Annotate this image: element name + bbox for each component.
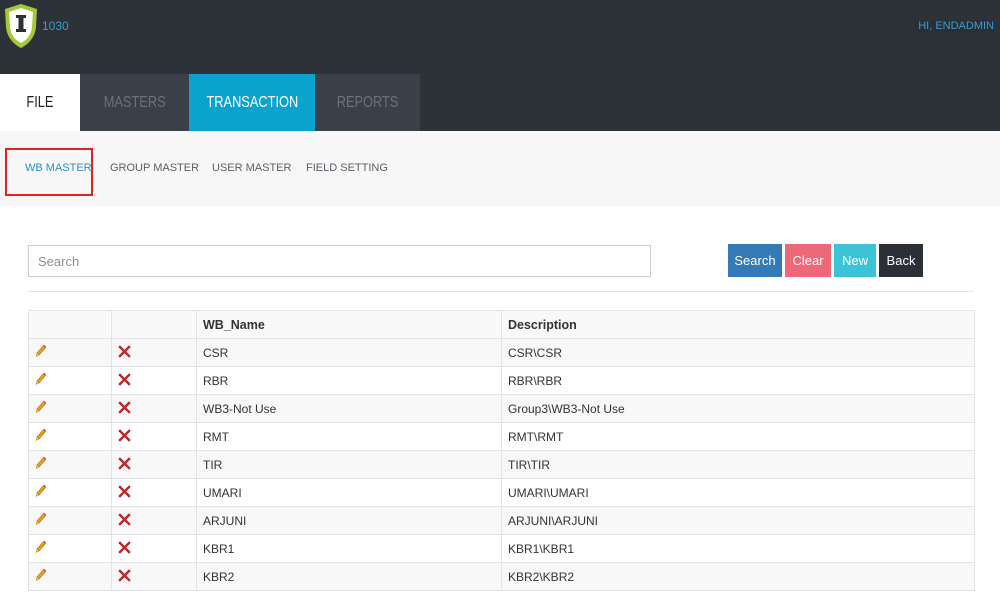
delete-cell — [111, 338, 197, 367]
pencil-icon[interactable] — [35, 540, 47, 557]
pencil-icon[interactable] — [35, 512, 47, 529]
table-row: ARJUNI ARJUNI\ARJUNI — [28, 506, 975, 535]
search-input[interactable] — [28, 245, 651, 277]
tab-transaction-label: TRANSACTION — [206, 93, 298, 111]
sub-navigation: WB MASTER GROUP MASTER USER MASTER FIELD… — [0, 131, 1000, 206]
pencil-icon[interactable] — [35, 456, 47, 473]
delete-x-icon[interactable] — [118, 344, 131, 361]
pencil-icon[interactable] — [35, 568, 47, 585]
table-row: WB3-Not Use Group3\WB3-Not Use — [28, 394, 975, 423]
table-row: UMARI UMARI\UMARI — [28, 478, 975, 507]
new-button[interactable]: New — [834, 244, 876, 277]
description-cell: RBR\RBR — [501, 366, 975, 395]
description-cell: RMT\RMT — [501, 422, 975, 451]
pencil-icon[interactable] — [35, 484, 47, 501]
pencil-icon[interactable] — [35, 344, 47, 361]
pencil-icon[interactable] — [35, 372, 47, 389]
description-cell: KBR2\KBR2 — [501, 562, 975, 591]
edit-cell — [28, 506, 112, 535]
edit-cell — [28, 534, 112, 563]
wb-name-cell: ARJUNI — [196, 506, 502, 535]
delete-cell — [111, 534, 197, 563]
edit-cell — [28, 366, 112, 395]
tab-file-label: FILE — [26, 93, 54, 111]
table-row: CSR CSR\CSR — [28, 338, 975, 367]
tab-transaction[interactable]: TRANSACTION — [189, 74, 315, 131]
divider — [28, 291, 974, 292]
pencil-icon[interactable] — [35, 400, 47, 417]
column-header-description[interactable]: Description — [501, 310, 975, 339]
delete-cell — [111, 366, 197, 395]
subnav-group-master[interactable]: GROUP MASTER — [110, 162, 199, 174]
delete-cell — [111, 478, 197, 507]
tab-reports[interactable]: REPORTS — [315, 74, 420, 131]
selection-highlight — [5, 148, 93, 196]
shield-logo-icon[interactable] — [3, 3, 39, 49]
wb-name-cell: KBR1 — [196, 534, 502, 563]
edit-cell — [28, 562, 112, 591]
user-greeting[interactable]: HI, ENDADMIN — [914, 20, 994, 32]
table-row: RMT RMT\RMT — [28, 422, 975, 451]
column-header-delete — [111, 310, 197, 339]
description-cell: CSR\CSR — [501, 338, 975, 367]
delete-x-icon[interactable] — [118, 428, 131, 445]
delete-x-icon[interactable] — [118, 512, 131, 529]
column-header-edit — [28, 310, 112, 339]
wb-name-cell: RBR — [196, 366, 502, 395]
search-button[interactable]: Search — [728, 244, 782, 277]
wb-name-cell: KBR2 — [196, 562, 502, 591]
description-cell: TIR\TIR — [501, 450, 975, 479]
table-row: RBR RBR\RBR — [28, 366, 975, 395]
wb-name-cell: UMARI — [196, 478, 502, 507]
edit-cell — [28, 394, 112, 423]
column-header-wb-name[interactable]: WB_Name — [196, 310, 502, 339]
table-body: CSR CSR\CSR RBR RBR\RBR WB3-Not Use Group3\WB… — [28, 338, 975, 591]
wb-name-cell: WB3-Not Use — [196, 394, 502, 423]
delete-cell — [111, 422, 197, 451]
back-button[interactable]: Back — [879, 244, 923, 277]
tab-file[interactable]: FILE — [0, 74, 80, 131]
delete-cell — [111, 506, 197, 535]
edit-cell — [28, 338, 112, 367]
pencil-icon[interactable] — [35, 428, 47, 445]
delete-cell — [111, 562, 197, 591]
tab-masters-label: MASTERS — [103, 93, 166, 111]
clear-button[interactable]: Clear — [785, 244, 831, 277]
delete-x-icon[interactable] — [118, 372, 131, 389]
delete-x-icon[interactable] — [118, 484, 131, 501]
main-tabs: FILE MASTERS TRANSACTION REPORTS — [0, 74, 420, 131]
table-row: KBR1 KBR1\KBR1 — [28, 534, 975, 563]
subnav-user-master[interactable]: USER MASTER — [212, 162, 291, 174]
delete-x-icon[interactable] — [118, 400, 131, 417]
edit-cell — [28, 422, 112, 451]
delete-cell — [111, 450, 197, 479]
delete-x-icon[interactable] — [118, 568, 131, 585]
wb-name-cell: RMT — [196, 422, 502, 451]
edit-cell — [28, 450, 112, 479]
delete-cell — [111, 394, 197, 423]
delete-x-icon[interactable] — [118, 540, 131, 557]
tab-masters[interactable]: MASTERS — [80, 74, 189, 131]
wb-name-cell: TIR — [196, 450, 502, 479]
wb-name-cell: CSR — [196, 338, 502, 367]
app-code: 1030 — [42, 19, 69, 33]
table-header-row: WB_Name Description — [28, 310, 975, 339]
wb-master-table: WB_Name Description CSR CSR\CSR RBR RBR\RBR… — [28, 310, 975, 591]
tab-reports-label: REPORTS — [336, 93, 399, 111]
table-row: TIR TIR\TIR — [28, 450, 975, 479]
delete-x-icon[interactable] — [118, 456, 131, 473]
edit-cell — [28, 478, 112, 507]
description-cell: ARJUNI\ARJUNI — [501, 506, 975, 535]
description-cell: Group3\WB3-Not Use — [501, 394, 975, 423]
table-row: KBR2 KBR2\KBR2 — [28, 562, 975, 591]
subnav-field-setting[interactable]: FIELD SETTING — [306, 162, 388, 174]
description-cell: KBR1\KBR1 — [501, 534, 975, 563]
description-cell: UMARI\UMARI — [501, 478, 975, 507]
